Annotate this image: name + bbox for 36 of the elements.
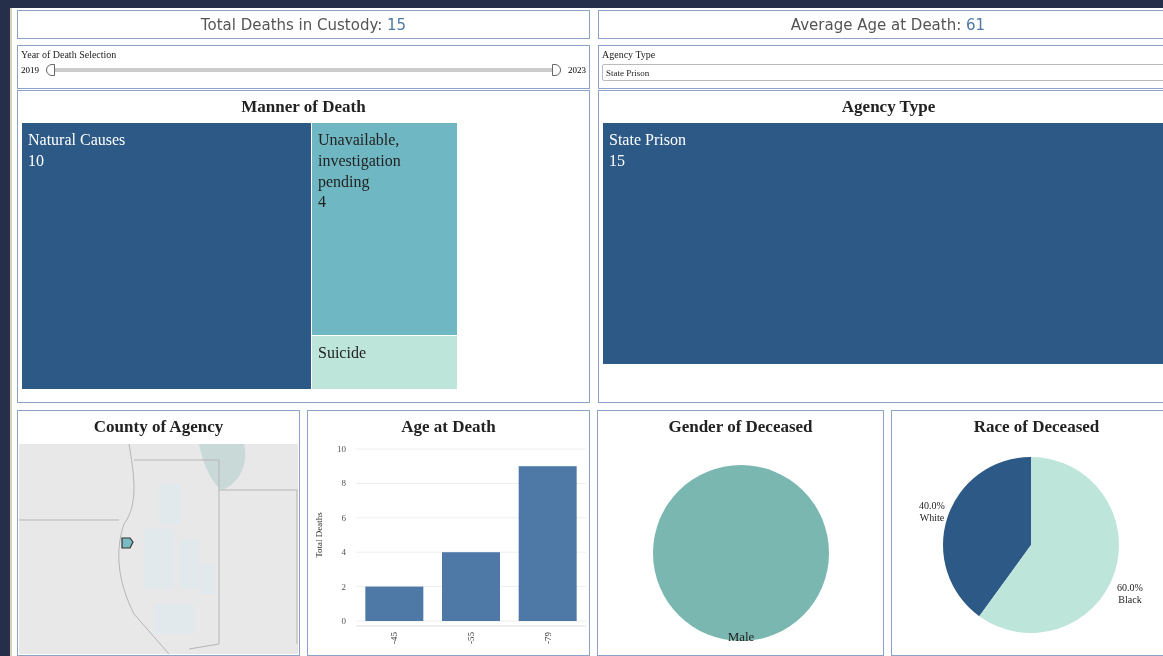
panel-title: Agency Type xyxy=(840,96,937,118)
slider-thumb[interactable] xyxy=(552,64,561,76)
axis-tick-label: -55 xyxy=(466,632,476,644)
slider-thumb[interactable] xyxy=(46,64,55,76)
panel-title: Manner of Death xyxy=(240,96,367,118)
range-max-label: 2023 xyxy=(568,65,586,75)
panel-title: Age at Death xyxy=(400,416,497,438)
kpi-text: Average Age at Death: 61 xyxy=(790,15,986,34)
axis-tick-label: 8 xyxy=(341,478,346,489)
treemap-tile[interactable]: Suicide xyxy=(312,336,458,390)
agency-dropdown[interactable]: State Prison xyxy=(602,64,1163,81)
axis-tick-label: -45 xyxy=(389,632,400,644)
slice-label: Male xyxy=(727,629,755,644)
slice-label: 40.0% White xyxy=(919,500,945,523)
treemap-tile[interactable]: Unavailable, investigation pending 4 xyxy=(312,123,458,336)
range-min-label: 2019 xyxy=(21,65,39,75)
axis-tick-label: 10 xyxy=(337,444,346,454)
axis-tick-label: -79 xyxy=(542,632,553,644)
axis-tick-label: 2 xyxy=(341,581,346,592)
axis-tick-label: 4 xyxy=(341,547,346,558)
pie-slice[interactable] xyxy=(979,457,1119,633)
panel-title: County of Agency xyxy=(92,416,225,438)
slice-label: 60.0% Black xyxy=(1117,582,1143,605)
kpi-text: Total Deaths in Custody: 15 xyxy=(200,15,407,34)
treemap-tile[interactable]: State Prison 15 xyxy=(603,123,1163,365)
filter-label: Agency Type xyxy=(602,49,657,60)
axis-tick-label: 6 xyxy=(341,512,346,523)
filter-label: Year of Death Selection xyxy=(21,49,118,60)
panel-title: Gender of Deceased xyxy=(667,416,814,438)
bar[interactable] xyxy=(365,586,424,621)
pie-slice[interactable] xyxy=(943,457,1031,617)
axis-title: Total Deaths xyxy=(314,512,324,558)
treemap-tile[interactable]: Natural Causes 10 xyxy=(22,123,312,390)
panel-title: Race of Deceased xyxy=(972,416,1101,438)
axis-tick-label: 0 xyxy=(341,616,346,626)
bar[interactable] xyxy=(518,466,577,621)
